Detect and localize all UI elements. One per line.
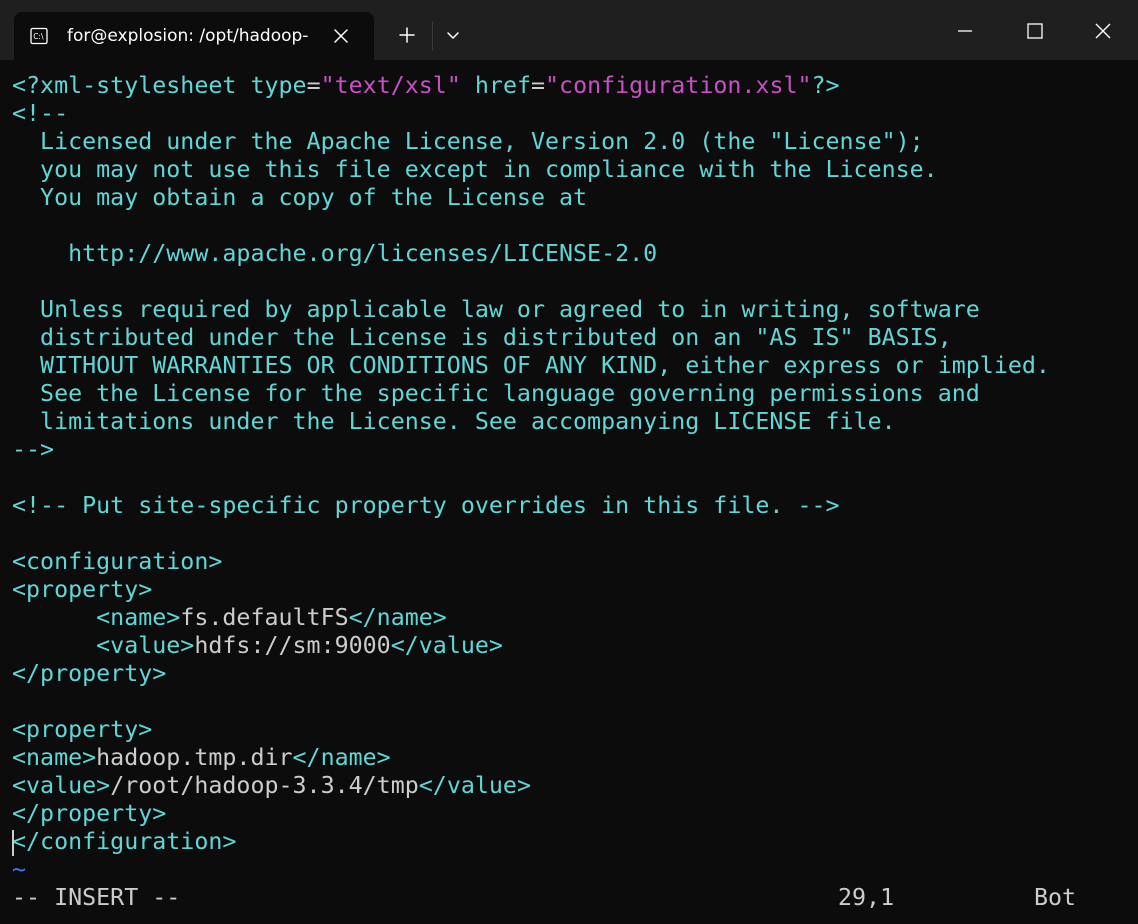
scroll-indicator: Bot: [1034, 884, 1077, 911]
editor-line: <name>fs.defaultFS</name>: [12, 604, 447, 632]
code-token: <?xml-stylesheet: [12, 72, 251, 99]
svg-text:C:\: C:\: [33, 32, 44, 41]
terminal-icon: C:\: [30, 27, 48, 45]
code-token: ~: [12, 856, 27, 883]
plus-icon[interactable]: [394, 22, 420, 48]
code-token: Licensed under the Apache License, Versi…: [12, 128, 924, 155]
terminal-content[interactable]: ~ </configuration> </property> <value>/root…: [0, 60, 1138, 924]
code-token: href: [474, 72, 531, 99]
code-token: http://www.apache.org/licenses/LICENSE-2…: [12, 240, 658, 267]
text-cursor: [12, 830, 14, 856]
editor-line: <name>hadoop.tmp.dir</name>: [12, 744, 391, 772]
code-token: /root/hadoop-3.3.4/tmp: [110, 772, 419, 799]
editor-line: <!--: [12, 100, 68, 128]
code-token: fs.defaultFS: [180, 604, 349, 631]
code-token: Unless required by applicable law or agr…: [12, 296, 980, 323]
code-token: =: [531, 72, 546, 99]
editor-line: </property>: [12, 800, 166, 828]
minimize-icon[interactable]: [942, 8, 988, 54]
code-token: type: [250, 72, 307, 99]
code-token: <property>: [12, 716, 153, 743]
editor-line: <!-- Put site-specific property override…: [12, 492, 840, 520]
editor-line: </configuration>: [12, 828, 236, 856]
code-token: ?>: [811, 72, 840, 99]
code-token: <!--: [12, 100, 69, 127]
editor-line: <value>/root/hadoop-3.3.4/tmp</value>: [12, 772, 531, 800]
editor-line: limitations under the License. See accom…: [12, 408, 896, 436]
editor-line: you may not use this file except in comp…: [12, 156, 938, 184]
code-token: <name>: [96, 604, 181, 631]
code-token: -->: [12, 436, 55, 463]
code-token: </property>: [12, 660, 167, 687]
chevron-down-icon[interactable]: [441, 22, 465, 48]
editor-line: See the License for the specific languag…: [12, 380, 980, 408]
code-token: distributed under the License is distrib…: [12, 324, 952, 351]
tab-title: for@explosion: /opt/hadoop-: [67, 26, 309, 46]
maximize-icon[interactable]: [1011, 8, 1057, 54]
terminal-tab[interactable]: C:\ for@explosion: /opt/hadoop-: [14, 12, 374, 60]
code-token: <!-- Put site-specific property override…: [12, 492, 840, 519]
editor-line: <property>: [12, 576, 152, 604]
editor-line: http://www.apache.org/licenses/LICENSE-2…: [12, 240, 657, 268]
editor-line: <value>hdfs://sm:9000</value>: [12, 632, 503, 660]
cursor-position: 29,1: [838, 884, 895, 911]
vim-mode-indicator: -- INSERT --: [12, 884, 181, 911]
code-token: hadoop.tmp.dir: [96, 744, 293, 771]
code-token: <configuration>: [12, 548, 223, 575]
editor-line: WITHOUT WARRANTIES OR CONDITIONS OF ANY …: [12, 352, 1050, 380]
title-bar: C:\ for@explosion: /opt/hadoop-: [0, 0, 1138, 60]
editor-line: Licensed under the Apache License, Versi…: [12, 128, 924, 156]
code-token: See the License for the specific languag…: [12, 380, 980, 407]
code-token: "text/xsl": [320, 72, 461, 99]
editor-line: </property>: [12, 660, 166, 688]
code-token: "configuration.xsl": [545, 72, 812, 99]
code-token: hdfs://sm:9000: [194, 632, 391, 659]
code-token: </value>: [390, 632, 503, 659]
editor-line: <?xml-stylesheet type="text/xsl" href="c…: [12, 72, 840, 100]
empty-line-marker: ~: [12, 856, 26, 884]
close-window-icon[interactable]: [1080, 8, 1126, 54]
code-token: =: [306, 72, 321, 99]
code-token: limitations under the License. See accom…: [12, 408, 896, 435]
editor-line: Unless required by applicable law or agr…: [12, 296, 980, 324]
code-token: <value>: [12, 772, 111, 799]
editor-line: <configuration>: [12, 548, 222, 576]
editor-line: You may obtain a copy of the License at: [12, 184, 587, 212]
editor-line: distributed under the License is distrib…: [12, 324, 952, 352]
code-token: </name>: [348, 604, 447, 631]
code-token: </property>: [12, 800, 167, 827]
editor-line: <property>: [12, 716, 152, 744]
code-token: <property>: [12, 576, 153, 603]
code-token: </value>: [418, 772, 531, 799]
tab-separator: [432, 21, 433, 51]
close-tab-icon[interactable]: [330, 25, 352, 47]
code-token: <name>: [12, 744, 97, 771]
code-token: WITHOUT WARRANTIES OR CONDITIONS OF ANY …: [12, 352, 1050, 379]
code-token: <value>: [96, 632, 195, 659]
editor-line: -->: [12, 436, 54, 464]
code-token: you may not use this file except in comp…: [12, 156, 938, 183]
code-token: </configuration>: [12, 828, 237, 855]
code-token: </name>: [292, 744, 391, 771]
terminal-window: C:\ for@explosion: /opt/hadoop- ~ </confi…: [0, 0, 1138, 924]
code-token: You may obtain a copy of the License at: [12, 184, 588, 211]
